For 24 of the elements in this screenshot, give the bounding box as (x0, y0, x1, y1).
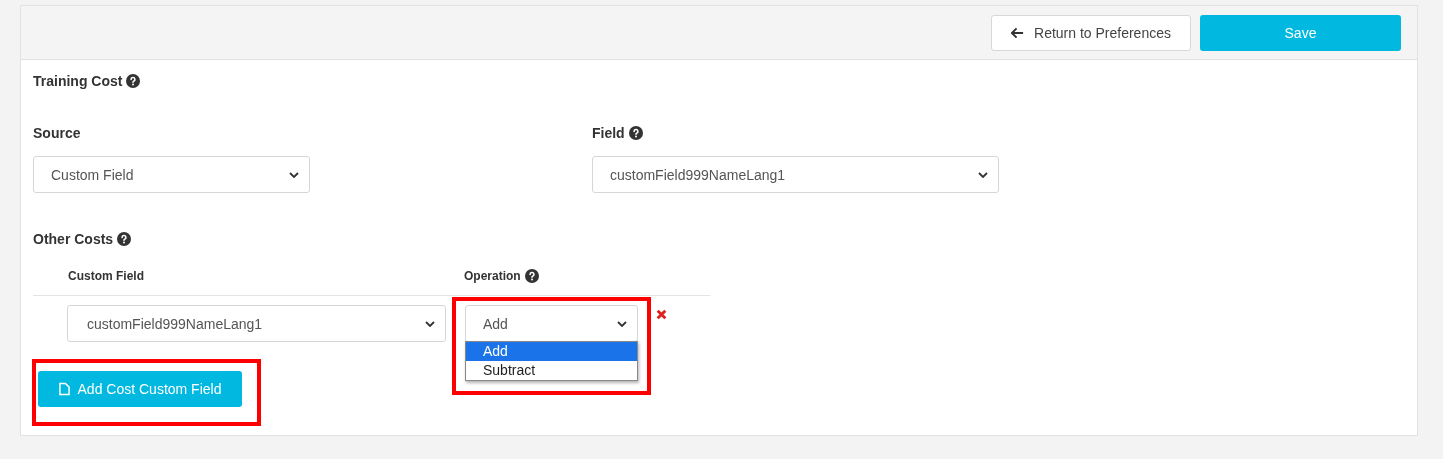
help-icon[interactable] (126, 74, 141, 88)
column-header: Custom Field (68, 269, 144, 283)
field-label: Source (33, 125, 81, 141)
document-icon (58, 382, 70, 396)
dropdown-option[interactable]: Subtract (466, 361, 637, 380)
arrow-left-icon (1011, 26, 1024, 39)
delete-icon[interactable] (656, 309, 667, 320)
operation-select[interactable]: Add (465, 305, 638, 342)
caret-icon (978, 171, 988, 178)
caret-icon (617, 320, 627, 327)
section-title: Other Costs (33, 231, 114, 247)
help-icon[interactable] (628, 126, 643, 140)
cost-field-select[interactable]: customField999NameLang1 (67, 305, 446, 342)
caret-icon (289, 171, 299, 178)
field-label: Field (592, 125, 625, 141)
caret-icon (425, 320, 435, 327)
return-button[interactable]: Return to Preferences (991, 14, 1191, 51)
help-icon[interactable] (524, 269, 539, 283)
section-title: Training Cost (33, 73, 123, 89)
column-header: Operation (464, 269, 521, 283)
help-icon[interactable] (117, 232, 132, 246)
dropdown-option[interactable]: Add (466, 342, 637, 361)
field-select[interactable]: customField999NameLang1 (592, 156, 999, 193)
source-select[interactable]: Custom Field (33, 156, 310, 193)
